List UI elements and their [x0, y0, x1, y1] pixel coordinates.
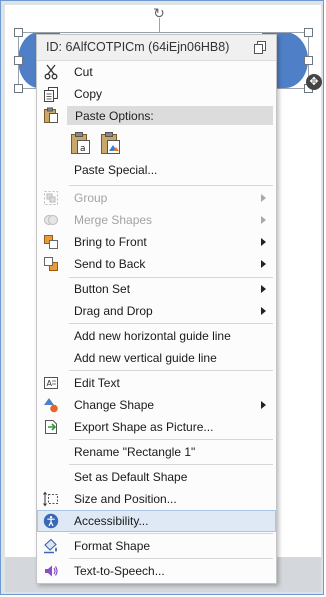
menu-separator: [69, 323, 273, 324]
menu-item-edit-text[interactable]: A Edit Text: [37, 372, 276, 394]
menu-item-merge-shapes: Merge Shapes: [37, 209, 276, 231]
menu-label-merge-shapes: Merge Shapes: [74, 213, 153, 227]
menu-separator: [69, 558, 273, 559]
menu-label-export-shape: Export Shape as Picture...: [74, 420, 214, 434]
shape-id-text: ID: 6AlfCOTPICm (64iEjn06HB8): [46, 40, 230, 54]
menu-label-cut: Cut: [74, 65, 93, 79]
menu-separator: [69, 185, 273, 186]
menu-item-paste-special[interactable]: Paste Special...: [37, 159, 276, 181]
menu-separator: [69, 464, 273, 465]
group-icon: [44, 191, 58, 205]
menu-item-rename[interactable]: Rename "Rectangle 1": [37, 441, 276, 463]
menu-label-add-vertical-guide: Add new vertical guide line: [74, 351, 217, 365]
menu-item-set-default-shape[interactable]: Set as Default Shape: [37, 466, 276, 488]
svg-text:a: a: [80, 144, 86, 154]
send-to-back-icon: [44, 257, 58, 271]
export-picture-icon: [45, 420, 57, 434]
menu-item-copy[interactable]: Copy: [37, 83, 276, 105]
submenu-arrow-icon: [261, 194, 266, 202]
submenu-arrow-icon: [261, 260, 266, 268]
menu-item-group: Group: [37, 187, 276, 209]
edit-text-icon: A: [44, 377, 58, 389]
menu-label-group: Group: [74, 191, 108, 205]
menu-item-add-vertical-guide[interactable]: Add new vertical guide line: [37, 347, 276, 369]
menu-label-rename: Rename "Rectangle 1": [74, 445, 196, 459]
clipboard-icon: [44, 107, 58, 123]
menu-label-copy: Copy: [74, 87, 103, 101]
bring-to-front-icon: [44, 235, 58, 249]
svg-text:A: A: [47, 379, 53, 388]
menu-label-format-shape: Format Shape: [74, 539, 151, 553]
menu-label-button-set: Button Set: [74, 282, 131, 296]
submenu-arrow-icon: [261, 285, 266, 293]
menu-item-add-horizontal-guide[interactable]: Add new horizontal guide line: [37, 325, 276, 347]
menu-label-accessibility: Accessibility...: [74, 514, 149, 528]
resize-handle-right[interactable]: [304, 56, 313, 65]
format-shape-icon: [44, 538, 57, 554]
context-menu: ID: 6AlfCOTPICm (64iEjn06HB8) Cut Copy P…: [36, 34, 277, 584]
menu-separator: [69, 533, 273, 534]
submenu-arrow-icon: [261, 401, 266, 409]
submenu-arrow-icon: [261, 307, 266, 315]
change-shape-icon: [44, 398, 58, 413]
size-position-icon: [43, 491, 58, 507]
menu-separator: [69, 370, 273, 371]
selection-frame-top: [18, 32, 308, 33]
menu-item-export-shape[interactable]: Export Shape as Picture...: [37, 416, 276, 438]
submenu-arrow-icon: [261, 216, 266, 224]
menu-label-paste-special: Paste Special...: [74, 163, 158, 177]
move-cross-icon[interactable]: ✥: [306, 74, 322, 90]
menu-item-text-to-speech[interactable]: Text-to-Speech...: [37, 560, 276, 582]
menu-item-drag-and-drop[interactable]: Drag and Drop: [37, 300, 276, 322]
paste-options-header: Paste Options:: [67, 106, 273, 125]
menu-label-send-to-back: Send to Back: [74, 257, 146, 271]
menu-label-size-and-position: Size and Position...: [74, 492, 177, 506]
menu-item-cut[interactable]: Cut: [37, 61, 276, 83]
resize-handle-bottom-left[interactable]: [14, 84, 23, 93]
menu-item-size-and-position[interactable]: Size and Position...: [37, 488, 276, 510]
shape-id-header: ID: 6AlfCOTPICm (64iEjn06HB8): [37, 35, 276, 61]
paste-as-picture-icon[interactable]: [100, 131, 122, 155]
menu-item-send-to-back[interactable]: Send to Back: [37, 253, 276, 275]
menu-label-set-default-shape: Set as Default Shape: [74, 470, 188, 484]
menu-item-format-shape[interactable]: Format Shape: [37, 535, 276, 557]
resize-handle-top-left[interactable]: [14, 28, 23, 37]
speaker-icon: [45, 565, 58, 577]
submenu-arrow-icon: [261, 238, 266, 246]
copy-icon: [44, 87, 58, 102]
menu-item-bring-to-front[interactable]: Bring to Front: [37, 231, 276, 253]
menu-item-accessibility[interactable]: Accessibility...: [37, 510, 276, 532]
menu-label-drag-and-drop: Drag and Drop: [74, 304, 153, 318]
resize-handle-top-right[interactable]: [304, 28, 313, 37]
paste-keep-text-icon[interactable]: a: [70, 131, 92, 155]
rotate-handle-icon[interactable]: ↻: [153, 6, 165, 20]
menu-label-edit-text: Edit Text: [74, 376, 120, 390]
merge-shapes-icon: [44, 215, 58, 225]
menu-label-bring-to-front: Bring to Front: [74, 235, 147, 249]
menu-label-text-to-speech: Text-to-Speech...: [74, 564, 165, 578]
scissors-icon: [44, 64, 58, 80]
menu-separator: [69, 439, 273, 440]
copy-id-icon[interactable]: [254, 41, 266, 54]
menu-item-button-set[interactable]: Button Set: [37, 278, 276, 300]
resize-handle-left[interactable]: [14, 56, 23, 65]
accessibility-icon: [43, 513, 59, 529]
menu-label-add-horizontal-guide: Add new horizontal guide line: [74, 329, 231, 343]
menu-item-change-shape[interactable]: Change Shape: [37, 394, 276, 416]
menu-label-change-shape: Change Shape: [74, 398, 155, 412]
paste-options-label: Paste Options:: [75, 109, 154, 123]
